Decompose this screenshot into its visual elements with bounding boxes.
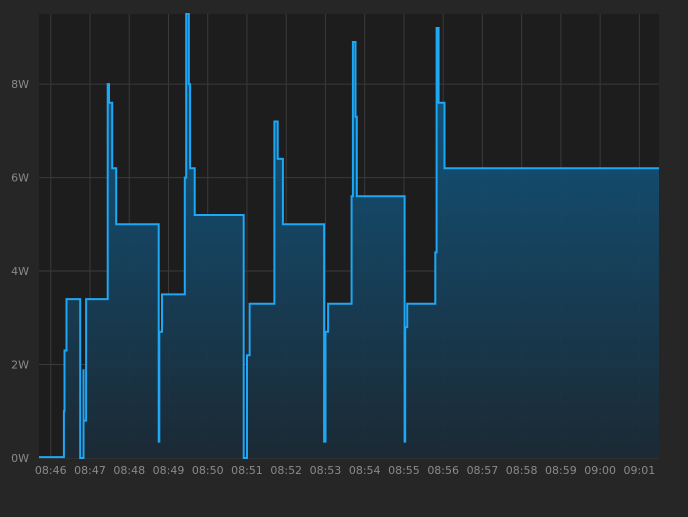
x-tick-label: 08:54: [349, 464, 381, 477]
x-tick-label: 08:52: [270, 464, 302, 477]
y-tick-label: 4W: [11, 265, 29, 278]
y-tick-label: 2W: [11, 359, 29, 372]
x-tick-label: 08:49: [153, 464, 185, 477]
x-tick-label: 08:59: [545, 464, 577, 477]
power-chart: 08:46 08:47 08:48 08:49 08:50 08:51 08:52 08:53…: [0, 0, 688, 513]
x-tick-label: 08:47: [74, 464, 106, 477]
y-tick-label: 6W: [11, 172, 29, 185]
x-tick-label: 09:00: [584, 464, 616, 477]
y-tick-label: 8W: [11, 78, 29, 91]
x-tick-label: 08:58: [506, 464, 538, 477]
x-tick-label: 08:56: [427, 464, 459, 477]
x-tick-label: 09:01: [624, 464, 656, 477]
x-tick-label: 08:55: [388, 464, 420, 477]
x-tick-label: 08:53: [310, 464, 342, 477]
y-tick-label: 0W: [11, 452, 29, 465]
x-tick-label: 08:51: [231, 464, 263, 477]
power-area-chart: 08:46 08:47 08:48 08:49 08:50 08:51 08:52 08:53…: [11, 13, 659, 477]
x-tick-label: 08:48: [113, 464, 145, 477]
x-tick-label: 08:46: [35, 464, 67, 477]
x-tick-label: 08:50: [192, 464, 224, 477]
x-tick-label: 08:57: [467, 464, 499, 477]
